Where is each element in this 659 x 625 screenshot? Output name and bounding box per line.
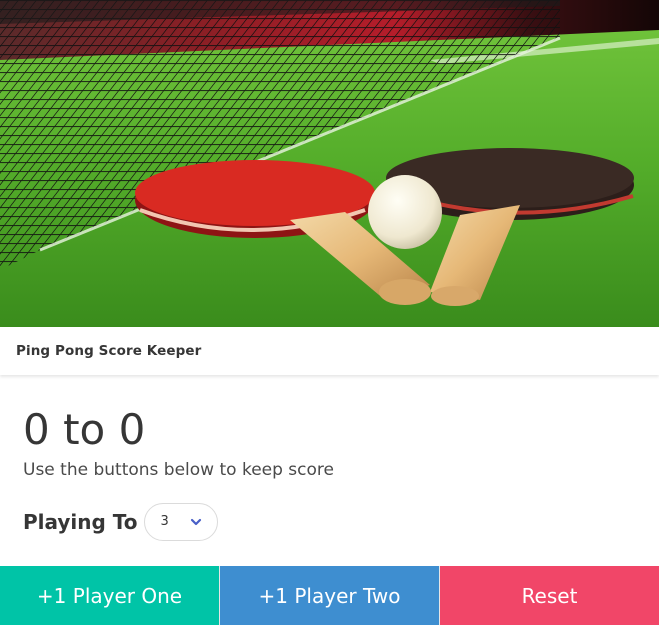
ping-pong-paddles-image bbox=[0, 0, 659, 327]
playing-to-selected-value: 3 bbox=[160, 514, 169, 529]
instructions-text: Use the buttons below to keep score bbox=[23, 460, 334, 480]
player-one-button[interactable]: +1 Player One bbox=[0, 566, 219, 625]
chevron-down-icon bbox=[190, 518, 201, 526]
playing-to-label: Playing To bbox=[23, 510, 138, 534]
reset-button[interactable]: Reset bbox=[439, 566, 659, 625]
player-two-button[interactable]: +1 Player Two bbox=[219, 566, 439, 625]
card-header: Ping Pong Score Keeper bbox=[0, 327, 659, 375]
score-display: 0 to 0 bbox=[23, 405, 146, 454]
page-title: Ping Pong Score Keeper bbox=[16, 343, 202, 359]
playing-to-select[interactable]: 3 bbox=[143, 503, 218, 541]
playing-to-row: Playing To 3 bbox=[23, 502, 218, 542]
card-footer: +1 Player One +1 Player Two Reset bbox=[0, 566, 659, 625]
score-keeper-card: Ping Pong Score Keeper 0 to 0 Use the bu… bbox=[0, 0, 659, 625]
